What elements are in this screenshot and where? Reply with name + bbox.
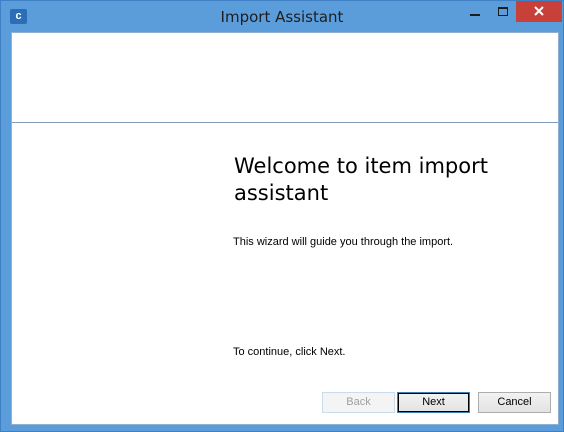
maximize-button[interactable]	[489, 2, 516, 22]
close-icon	[534, 6, 544, 16]
import-assistant-window: c Import Assistant Welcome to item impor…	[0, 0, 564, 432]
wizard-client-area: Welcome to item import assistant This wi…	[11, 32, 559, 425]
minimize-button[interactable]	[462, 2, 488, 22]
wizard-description: This wizard will guide you through the i…	[233, 236, 454, 248]
title-bar[interactable]: c Import Assistant	[1, 1, 563, 32]
continue-hint: To continue, click Next.	[233, 346, 346, 358]
close-button[interactable]	[516, 1, 562, 22]
cancel-button[interactable]: Cancel	[478, 392, 551, 413]
back-button[interactable]: Back	[322, 392, 395, 413]
wizard-content: Welcome to item import assistant This wi…	[12, 123, 558, 424]
wizard-heading: Welcome to item import assistant	[234, 154, 488, 205]
next-button[interactable]: Next	[397, 392, 470, 413]
wizard-header-banner	[12, 33, 558, 123]
